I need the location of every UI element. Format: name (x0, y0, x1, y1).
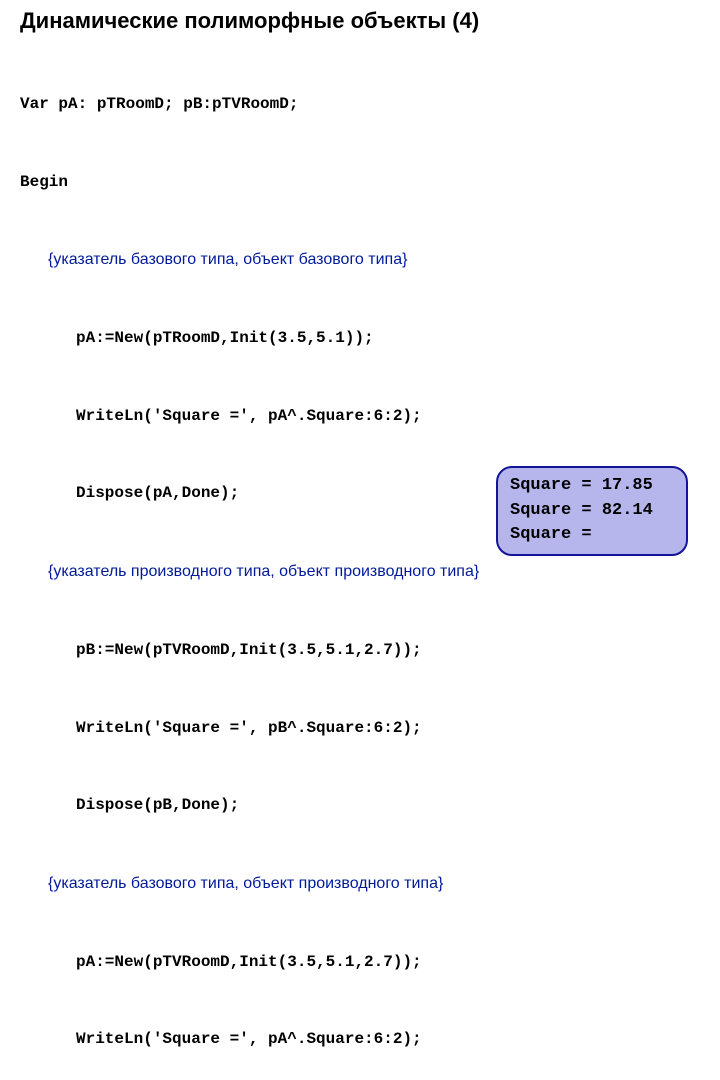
code-line: WriteLn('Square =', pA^.Square:6:2); (20, 404, 700, 430)
code-line: Var pA: pTRoomD; pB:pTVRoomD; (20, 92, 700, 118)
code-line: pB:=New(pTVRoomD,Init(3.5,5.1,2.7)); (20, 638, 700, 664)
code-line: Dispose(pB,Done); (20, 793, 700, 819)
code-line: WriteLn('Square =', pA^.Square:6:2); (20, 1027, 700, 1053)
code-block: Var pA: pTRoomD; pB:pTVRoomD; Begin {ука… (20, 40, 700, 1080)
slide-title: Динамические полиморфные объекты (4) (20, 8, 700, 34)
code-comment: {указатель базового типа, объект произво… (48, 875, 443, 892)
code-line: Begin (20, 170, 700, 196)
output-box: Square = 17.85 Square = 82.14 Square = (496, 466, 688, 556)
slide: Динамические полиморфные объекты (4) Var… (0, 0, 720, 540)
code-line: WriteLn('Square =', pB^.Square:6:2); (20, 716, 700, 742)
code-comment: {указатель базового типа, объект базовог… (48, 251, 407, 268)
code-line: pA:=New(pTRoomD,Init(3.5,5.1)); (20, 326, 700, 352)
code-line: pA:=New(pTVRoomD,Init(3.5,5.1,2.7)); (20, 950, 700, 976)
code-comment: {указатель производного типа, объект про… (48, 563, 479, 580)
